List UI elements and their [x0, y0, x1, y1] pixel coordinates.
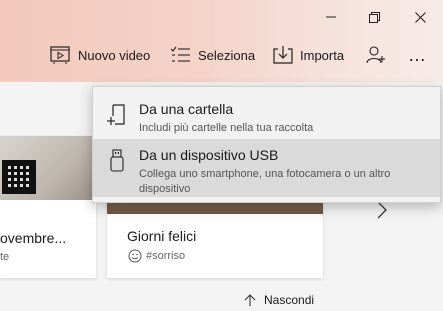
minimize-icon: [326, 16, 336, 18]
menu-item-title: Da una cartella: [139, 101, 234, 117]
menu-item-title: Da un dispositivo USB: [139, 147, 279, 163]
close-icon: [414, 11, 426, 23]
import-menu: Da una cartella Includi più cartelle nel…: [92, 86, 441, 203]
menu-item-from-usb[interactable]: Da un dispositivo USB Collega uno smartp…: [93, 139, 440, 197]
hide-button[interactable]: Nascondi: [244, 292, 314, 308]
new-video-button[interactable]: Nuovo video: [50, 42, 150, 68]
add-person-icon: [366, 46, 385, 64]
app-header: Nuovo video Seleziona Importa …: [0, 0, 443, 82]
select-button[interactable]: Seleziona: [170, 42, 255, 68]
album-card-title: Giorni felici: [127, 228, 197, 244]
select-list-icon: [170, 46, 190, 62]
select-label: Seleziona: [198, 47, 256, 63]
restore-icon: [368, 11, 380, 23]
folder-add-icon: [107, 104, 125, 125]
menu-item-from-folder[interactable]: Da una cartella Includi più cartelle nel…: [93, 93, 440, 139]
more-icon: …: [408, 44, 427, 65]
album-card-title: ovembre...: [0, 230, 67, 246]
album-card-image: [0, 136, 96, 200]
more-button[interactable]: …: [408, 42, 427, 68]
album-card-subtitle: te: [0, 251, 10, 263]
video-icon: [50, 46, 70, 64]
album-card-subtitle: #sorriso: [146, 250, 186, 262]
add-person-button[interactable]: [366, 42, 386, 68]
chip-image: [2, 160, 36, 194]
menu-item-description: Collega uno smartphone, una fotocamera o…: [139, 168, 391, 195]
usb-icon: [110, 149, 124, 172]
album-card[interactable]: ovembre... te: [0, 136, 96, 278]
hide-label: Nascondi: [264, 293, 315, 307]
import-button[interactable]: Importa: [272, 42, 344, 68]
minimize-button[interactable]: [316, 6, 346, 28]
new-video-label: Nuovo video: [78, 47, 151, 63]
import-icon: [273, 46, 293, 64]
chevron-right-icon[interactable]: [374, 200, 390, 220]
import-label: Importa: [300, 47, 345, 63]
arrow-up-icon: [244, 294, 256, 306]
close-button[interactable]: [405, 6, 435, 28]
menu-item-description: Includi più cartelle nella tua raccolta: [139, 122, 314, 134]
restore-button[interactable]: [359, 6, 389, 28]
smiley-icon: [128, 249, 142, 263]
